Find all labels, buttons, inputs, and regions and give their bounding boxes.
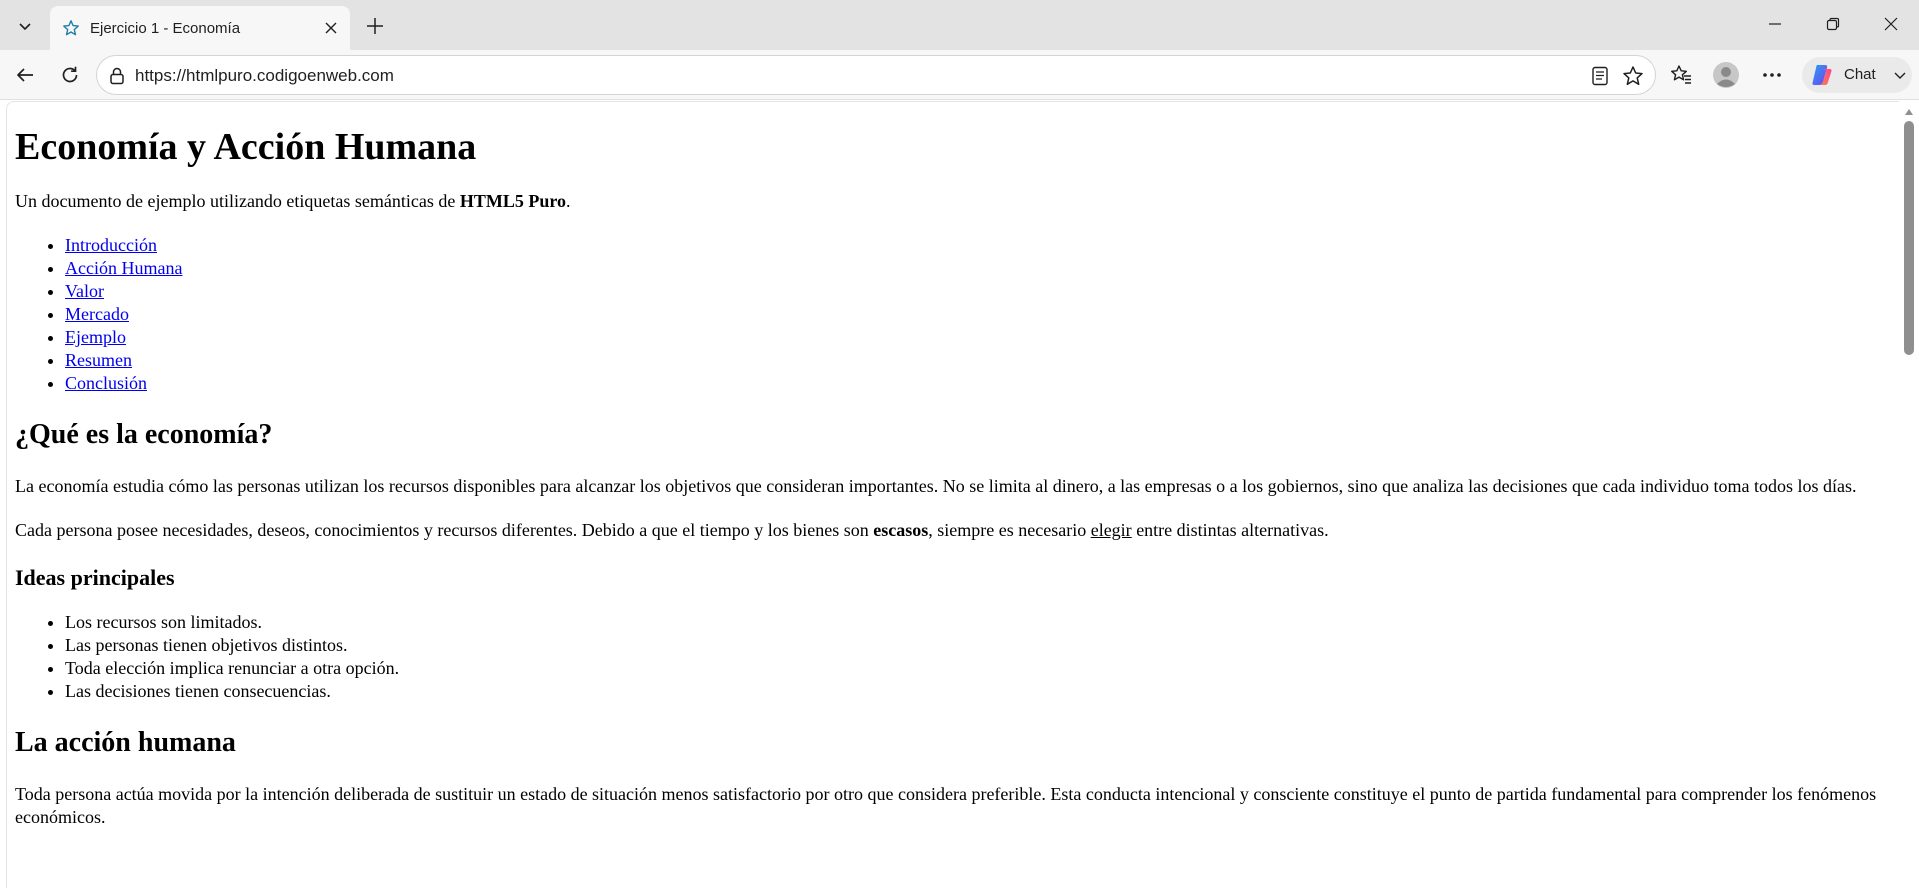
minimize-button[interactable]: [1746, 0, 1804, 48]
toc-link-resumen[interactable]: Resumen: [65, 350, 132, 370]
tab-list-button[interactable]: [8, 9, 42, 43]
toc-item: Introducción: [65, 234, 1885, 257]
toc-item: Resumen: [65, 349, 1885, 372]
minimize-icon: [1769, 23, 1781, 25]
page-title: Economía y Acción Humana: [15, 126, 477, 168]
toc-item: Acción Humana: [65, 257, 1885, 280]
star-icon: [1623, 66, 1643, 86]
scroll-up-arrow-icon[interactable]: [1904, 108, 1914, 116]
toc-link-mercado[interactable]: Mercado: [65, 304, 129, 324]
intro-paragraph: Un documento de ejemplo utilizando etiqu…: [15, 190, 1885, 213]
subheading-ideas: Ideas principales: [15, 565, 175, 590]
text-span: , siempre es necesario: [928, 520, 1091, 540]
favorite-button[interactable]: [1621, 64, 1645, 88]
table-of-contents: Introducción Acción Humana Valor Mercado…: [15, 234, 1885, 395]
favorites-button[interactable]: [1663, 57, 1699, 93]
restore-icon: [1826, 17, 1840, 31]
toc-link-accion-humana[interactable]: Acción Humana: [65, 258, 182, 278]
chevron-down-icon: [1894, 72, 1906, 79]
active-tab[interactable]: Ejercicio 1 - Economía: [50, 6, 350, 50]
toc-item: Conclusión: [65, 372, 1885, 395]
section-heading-economia: ¿Qué es la economía?: [15, 419, 273, 450]
tab-close-button[interactable]: [320, 17, 342, 39]
paragraph-accion-1: Toda persona actúa movida por la intenci…: [15, 784, 1877, 827]
address-url[interactable]: https://htmlpuro.codigoenweb.com: [135, 66, 394, 86]
reader-view-button[interactable]: [1588, 64, 1612, 88]
scrollbar-thumb[interactable]: [1904, 121, 1914, 355]
favorites-icon: [1671, 65, 1691, 84]
back-arrow-icon: [17, 68, 33, 82]
avatar-icon: [1713, 62, 1739, 88]
paragraph-economia-1: La economía estudia cómo las personas ut…: [15, 476, 1857, 496]
close-icon: [1884, 17, 1898, 31]
lock-icon[interactable]: [107, 66, 127, 86]
toc-link-conclusion[interactable]: Conclusión: [65, 373, 147, 393]
page-viewport: Economía y Acción Humana Un documento de…: [6, 101, 1899, 888]
profile-button[interactable]: [1708, 57, 1744, 93]
toc-link-valor[interactable]: Valor: [65, 281, 104, 301]
document: Economía y Acción Humana Un documento de…: [15, 102, 1885, 850]
new-tab-button[interactable]: [358, 10, 392, 42]
toc-item: Mercado: [65, 303, 1885, 326]
chat-label: Chat: [1844, 66, 1876, 83]
section-heading-accion-humana: La acción humana: [15, 727, 236, 758]
reader-view-icon: [1592, 66, 1608, 86]
copilot-logo-icon: [1812, 65, 1832, 85]
toc-link-introduccion[interactable]: Introducción: [65, 235, 157, 255]
intro-prefix: Un documento de ejemplo utilizando etiqu…: [15, 191, 460, 211]
underlined-elegir: elegir: [1090, 520, 1132, 540]
paragraph-economia-2: Cada persona posee necesidades, deseos, …: [15, 519, 1885, 542]
more-icon: [1763, 73, 1781, 77]
text-span: entre distintas alternativas.: [1131, 520, 1329, 540]
chevron-down-icon: [19, 23, 31, 31]
plus-icon: [367, 18, 383, 34]
vertical-scrollbar[interactable]: [1899, 101, 1919, 888]
restore-button[interactable]: [1804, 0, 1862, 48]
text-span: Cada persona posee necesidades, deseos, …: [15, 520, 874, 540]
copilot-chat-button[interactable]: Chat: [1802, 57, 1912, 93]
more-button[interactable]: [1754, 57, 1790, 93]
tab-strip: Ejercicio 1 - Economía: [0, 0, 1919, 50]
window-close-button[interactable]: [1862, 0, 1919, 48]
address-bar[interactable]: https://htmlpuro.codigoenweb.com: [96, 55, 1656, 95]
list-item: Las personas tienen objetivos distintos.: [65, 634, 1885, 657]
close-icon: [325, 22, 337, 34]
list-item: Los recursos son limitados.: [65, 611, 1885, 634]
toc-link-ejemplo[interactable]: Ejemplo: [65, 327, 126, 347]
intro-strong: HTML5 Puro: [459, 191, 567, 211]
toc-item: Valor: [65, 280, 1885, 303]
strong-escasos: escasos: [873, 520, 929, 540]
refresh-button[interactable]: [52, 57, 88, 93]
back-button[interactable]: [7, 57, 43, 93]
ideas-list: Los recursos son limitados. Las personas…: [15, 611, 1885, 703]
tab-title: Ejercicio 1 - Economía: [90, 20, 241, 37]
list-item: Las decisiones tienen consecuencias.: [65, 680, 1885, 703]
star-outline-icon: [63, 20, 79, 36]
list-item: Toda elección implica renunciar a otra o…: [65, 657, 1885, 680]
browser-toolbar: https://htmlpuro.codigoenweb.com Chat: [0, 50, 1919, 100]
toc-item: Ejemplo: [65, 326, 1885, 349]
refresh-icon: [62, 66, 78, 83]
intro-suffix: .: [566, 191, 571, 211]
